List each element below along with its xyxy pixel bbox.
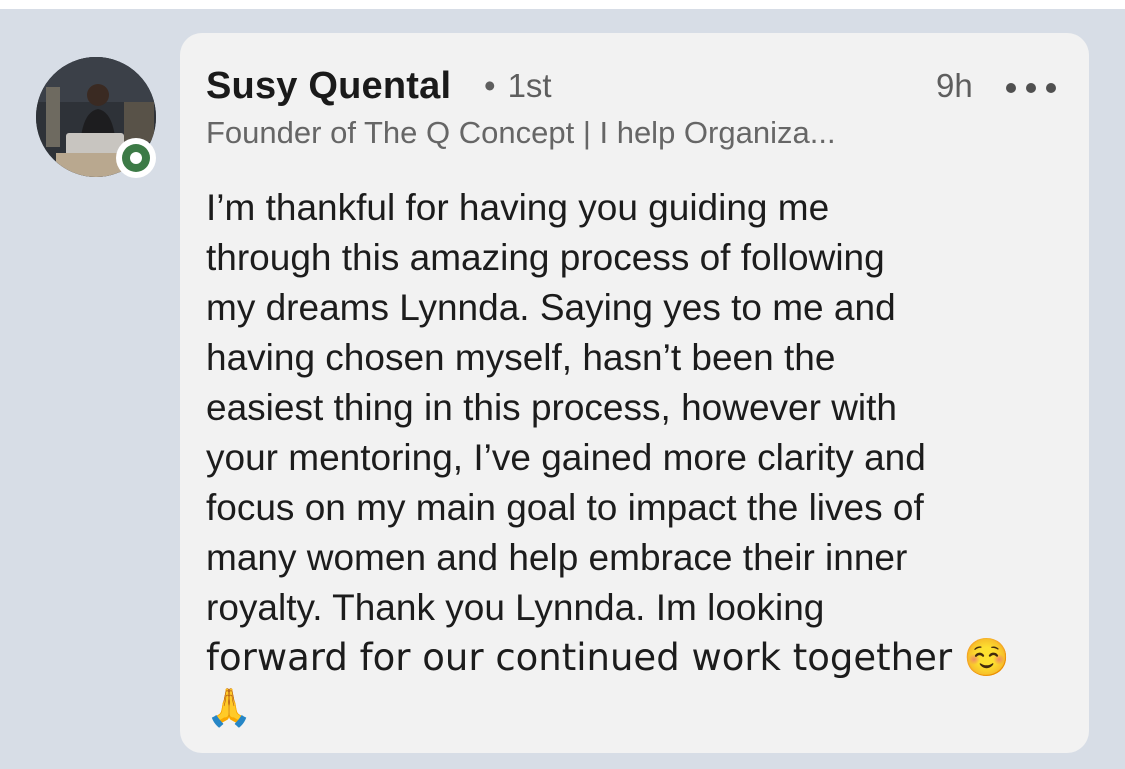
online-status-badge bbox=[116, 138, 156, 178]
comment-line: many women and help embrace their inner bbox=[206, 537, 908, 578]
comment-line: easiest thing in this process, however w… bbox=[206, 387, 898, 428]
author-name[interactable]: Susy Quental bbox=[206, 65, 451, 108]
comment-line: my dreams Lynnda. Saying yes to me and bbox=[206, 287, 896, 328]
comment-bubble: Susy Quental • 1st 9h Founder of The Q Co… bbox=[180, 33, 1089, 753]
timestamp: 9h bbox=[936, 67, 973, 104]
comment-line: having chosen myself, hasn’t been the bbox=[206, 337, 836, 378]
connection-degree: 1st bbox=[507, 67, 552, 104]
comment-line: focus on my main goal to impact the live… bbox=[206, 487, 924, 528]
more-horizontal-icon[interactable] bbox=[1006, 80, 1056, 96]
comment-line: 🙏 bbox=[206, 686, 253, 729]
connection-degree-group: • 1st bbox=[484, 67, 552, 105]
top-divider bbox=[0, 0, 1125, 9]
comment-line: your mentoring, I’ve gained more clarity… bbox=[206, 437, 926, 478]
comment-line: through this amazing process of followin… bbox=[206, 237, 885, 278]
author-headline: Founder of The Q Concept | I help Organi… bbox=[206, 115, 836, 150]
separator-dot: • bbox=[484, 67, 496, 104]
comment-line: forward for our continued work together … bbox=[206, 636, 1010, 679]
comment-text: I’m thankful for having you guiding me t… bbox=[206, 183, 1066, 733]
comment-line: royalty. Thank you Lynnda. Im looking bbox=[206, 587, 825, 628]
comment-line: I’m thankful for having you guiding me bbox=[206, 187, 830, 228]
